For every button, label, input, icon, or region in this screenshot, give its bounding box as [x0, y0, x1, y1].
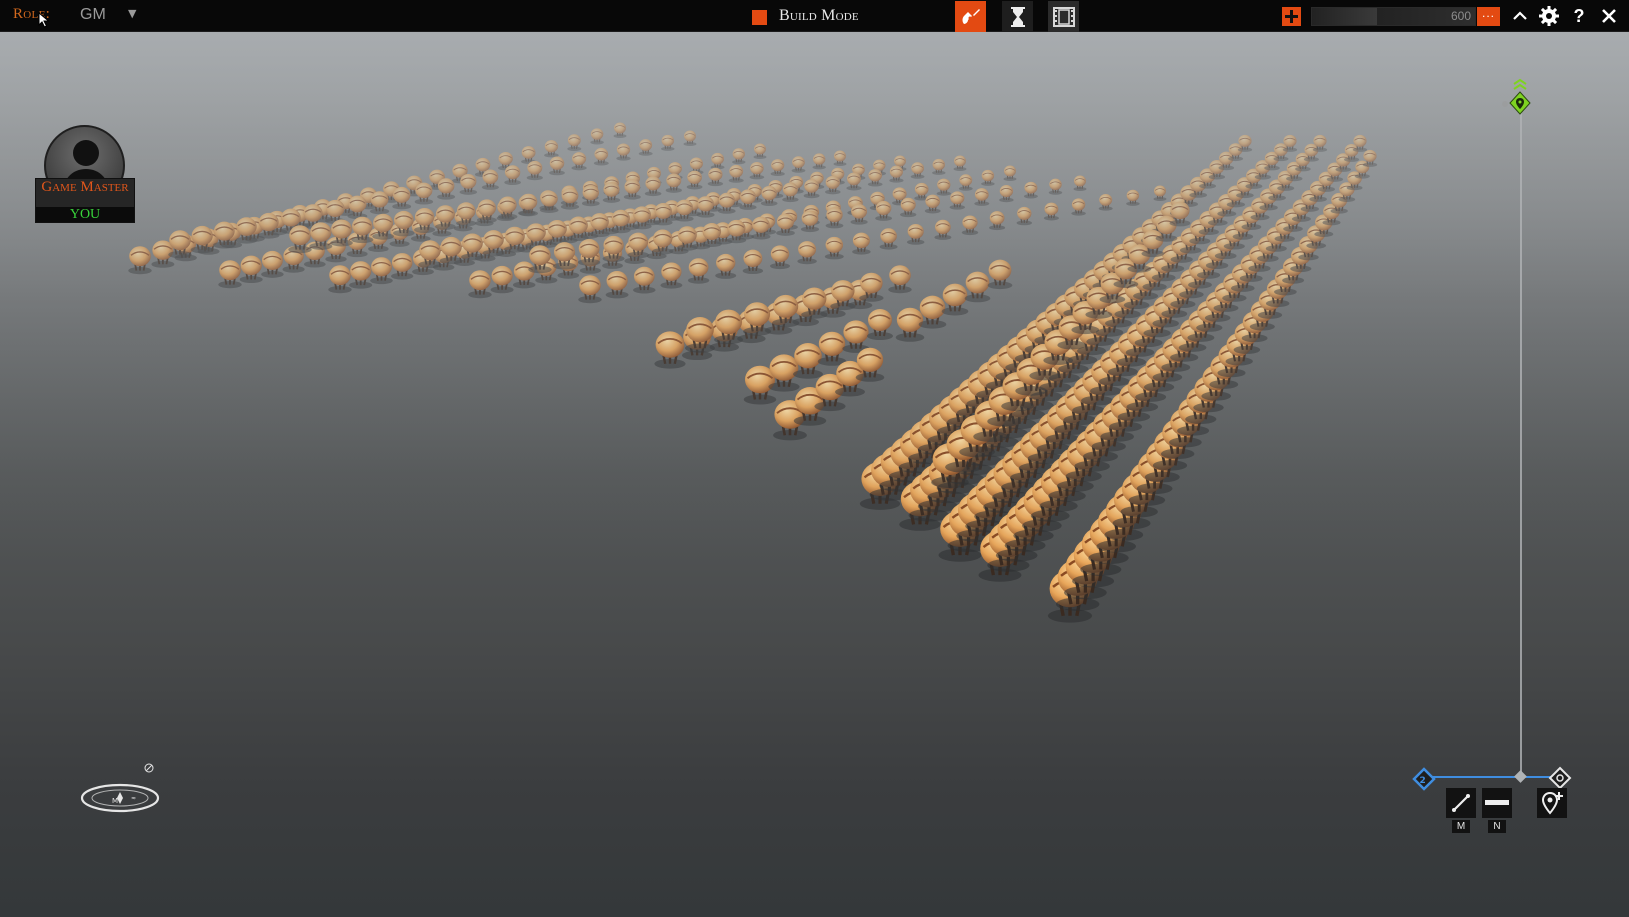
add-location-icon	[1541, 791, 1563, 815]
mouse-cursor-icon	[38, 12, 50, 28]
collapse-button[interactable]	[1509, 5, 1531, 27]
mode-label: Build Mode	[779, 7, 859, 24]
add-camera-marker-button[interactable]	[1537, 788, 1567, 818]
straight-path-button[interactable]	[1446, 788, 1476, 818]
gear-icon	[1539, 6, 1559, 26]
close-icon	[1602, 9, 1616, 23]
svg-text:M: M	[112, 797, 118, 805]
unit-army[interactable]	[0, 32, 1629, 917]
camera-path-line	[1520, 100, 1522, 776]
cinematic-tool-button[interactable]	[1048, 1, 1079, 32]
plus-icon	[1285, 10, 1298, 23]
time-tool-button[interactable]	[1002, 1, 1033, 32]
build-mode-indicator	[752, 10, 767, 25]
hourglass-icon	[1010, 6, 1025, 27]
player-role-plate: Game Master YOU	[35, 178, 135, 223]
build-tool-button[interactable]	[955, 1, 986, 32]
diagonal-line-icon	[1452, 794, 1470, 812]
timeline-start-keyframe-icon[interactable]: 2	[1412, 767, 1436, 791]
budget-bar: 600	[1311, 7, 1476, 26]
more-options-button[interactable]: ...	[1477, 7, 1500, 26]
player-title: Game Master	[41, 179, 129, 195]
player-card[interactable]: Game Master YOU	[35, 125, 135, 223]
chevron-up-icon	[1513, 11, 1527, 20]
film-icon	[1052, 6, 1075, 27]
timeline-track[interactable]	[1424, 776, 1564, 778]
settings-button[interactable]	[1538, 5, 1560, 27]
chevron-down-icon[interactable]: ▼	[128, 7, 136, 20]
horizontal-line-icon	[1485, 800, 1509, 805]
paint-brush-icon	[962, 8, 980, 24]
close-button[interactable]	[1598, 5, 1620, 27]
camera-marker-icon[interactable]	[1500, 78, 1540, 120]
add-button[interactable]	[1282, 7, 1301, 26]
game-viewport[interactable]	[0, 32, 1629, 917]
budget-bar-fill	[1312, 8, 1378, 25]
top-bar: Role: GM ▼ Build Mode 600 ... ?	[0, 0, 1629, 32]
role-select[interactable]: GM	[80, 6, 106, 24]
compass-icon[interactable]: M ≈	[80, 760, 160, 818]
svg-text:2: 2	[1420, 776, 1426, 786]
budget-value: 600	[1450, 9, 1471, 23]
hotkey-n-label: N	[1488, 820, 1506, 833]
help-button[interactable]: ?	[1568, 5, 1590, 27]
svg-text:≈: ≈	[131, 795, 136, 802]
timeline-end-keyframe-icon[interactable]	[1547, 766, 1573, 790]
player-you-label: YOU	[36, 207, 134, 222]
flat-path-button[interactable]	[1482, 788, 1512, 818]
hotkey-m-label: M	[1452, 820, 1470, 833]
